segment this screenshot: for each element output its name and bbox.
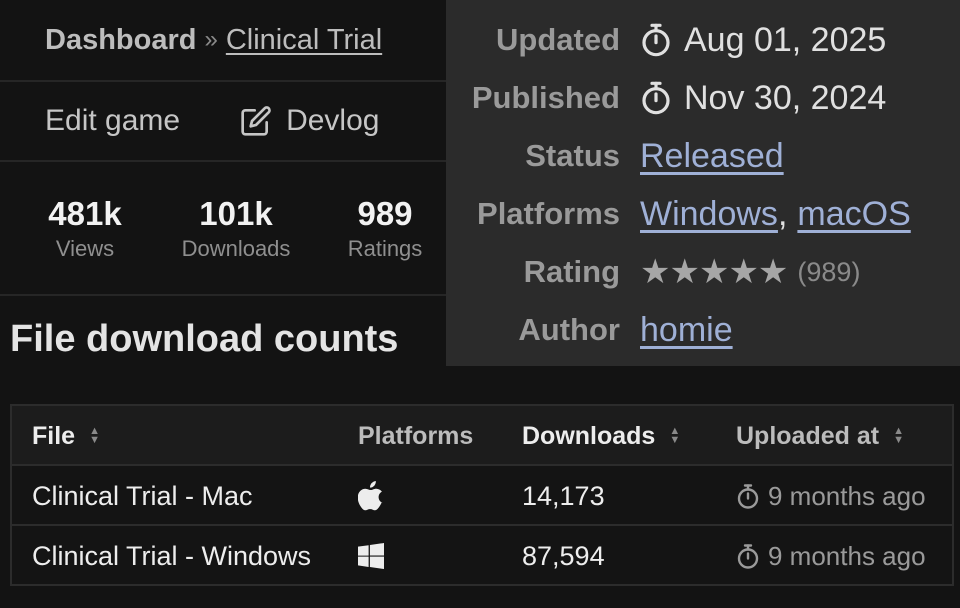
info-key: Updated (496, 22, 620, 57)
file-name: Clinical Trial - Mac (32, 480, 253, 511)
edit-game-link[interactable]: Edit game (45, 104, 180, 138)
download-table: File ▲ ▼ Platforms Downloads ▲ ▼ Uploaded … (10, 404, 954, 586)
stopwatch-icon (737, 483, 759, 509)
platform-cell (358, 526, 384, 586)
info-key: Author (518, 312, 620, 347)
download-count: 87,594 (522, 540, 605, 571)
stats-bar: 481k Views 101k Downloads 989 Ratings (0, 162, 446, 296)
file-name: Clinical Trial - Windows (32, 540, 312, 571)
section-title: File download counts (10, 318, 399, 360)
game-actions: Edit game Devlog (0, 82, 446, 162)
stat-value: 989 (357, 195, 413, 232)
column-label: Platforms (358, 421, 474, 450)
edit-icon (241, 106, 271, 136)
info-value: Released (640, 137, 784, 176)
uploaded-cell: 9 months ago (736, 526, 926, 586)
breadcrumb: Dashboard » Clinical Trial (0, 0, 446, 82)
info-value: homie (640, 311, 733, 350)
stat-label: Views (55, 236, 115, 261)
info-value: Aug 01, 2025 (640, 21, 886, 60)
published-date: Nov 30, 2024 (684, 78, 887, 117)
info-rating: Rating ★★★★★ (989) (446, 243, 960, 301)
stopwatch-icon (642, 23, 670, 57)
column-platforms: Platforms (358, 406, 473, 466)
uploaded-cell: 9 months ago (736, 466, 926, 526)
sort-icon: ▲ ▼ (669, 425, 681, 446)
windows-icon (358, 543, 384, 569)
sort-icon: ▲ ▼ (89, 425, 100, 446)
breadcrumb-separator: » (204, 26, 218, 53)
uploaded-time: 9 months ago (768, 540, 926, 571)
column-uploaded[interactable]: Uploaded at ▲ ▼ (736, 406, 904, 466)
sort-icon: ▲ ▼ (893, 425, 904, 446)
author-link[interactable]: homie (640, 311, 733, 350)
devlog-label: Devlog (286, 104, 380, 137)
stat-value: 481k (48, 195, 122, 232)
table-row: Clinical Trial - Windows 87,594 9 months… (12, 526, 952, 586)
devlog-link[interactable]: Devlog (240, 104, 379, 138)
stat-downloads: 101k Downloads (172, 196, 300, 262)
info-author: Author homie (446, 301, 960, 359)
info-published: Published Nov 30, 2024 (446, 69, 960, 127)
apple-icon (358, 481, 383, 511)
stopwatch-icon (737, 543, 759, 569)
platform-windows-link[interactable]: Windows (640, 195, 778, 234)
info-status: Status Released (446, 127, 960, 185)
column-downloads[interactable]: Downloads ▲ ▼ (522, 406, 680, 466)
column-label: Downloads (522, 421, 656, 450)
platform-separator: , (777, 194, 788, 233)
stat-views: 481k Views (40, 196, 130, 262)
left-column: Dashboard » Clinical Trial Edit game Dev… (0, 0, 446, 296)
column-label: Uploaded at (736, 421, 880, 450)
status-link[interactable]: Released (640, 137, 784, 176)
info-value: ★★★★★ (989) (640, 252, 860, 292)
column-file[interactable]: File ▲ ▼ (32, 406, 100, 466)
uploaded-time: 9 months ago (768, 480, 926, 511)
stat-label: Downloads (181, 236, 291, 261)
info-updated: Updated Aug 01, 2025 (446, 11, 960, 69)
breadcrumb-dashboard[interactable]: Dashboard (45, 24, 196, 57)
info-key: Status (525, 138, 620, 173)
info-key: Rating (523, 254, 620, 289)
stopwatch-icon (642, 81, 670, 115)
platform-cell (358, 466, 384, 526)
info-key: Published (471, 80, 620, 115)
platform-macos-link[interactable]: macOS (797, 195, 910, 234)
column-label: File (32, 421, 76, 450)
info-platforms: Platforms Windows , macOS (446, 185, 960, 243)
table-header: File ▲ ▼ Platforms Downloads ▲ ▼ Uploaded … (12, 406, 952, 466)
updated-date: Aug 01, 2025 (684, 20, 887, 59)
stat-value: 101k (199, 195, 273, 232)
rating-count: (989) (797, 256, 861, 287)
table-row: Clinical Trial - Mac 14,173 9 months ago (12, 466, 952, 526)
info-value: Windows , macOS (640, 195, 911, 234)
rating-stars[interactable]: ★★★★★ (640, 252, 788, 292)
game-info-panel: Updated Aug 01, 2025 Published Nov 30, 2… (446, 0, 960, 366)
stat-label: Ratings (347, 236, 423, 261)
stat-ratings: 989 Ratings (340, 196, 430, 262)
download-count: 14,173 (522, 480, 605, 511)
breadcrumb-game[interactable]: Clinical Trial (226, 24, 382, 57)
info-value: Nov 30, 2024 (640, 79, 886, 118)
info-key: Platforms (477, 196, 620, 231)
